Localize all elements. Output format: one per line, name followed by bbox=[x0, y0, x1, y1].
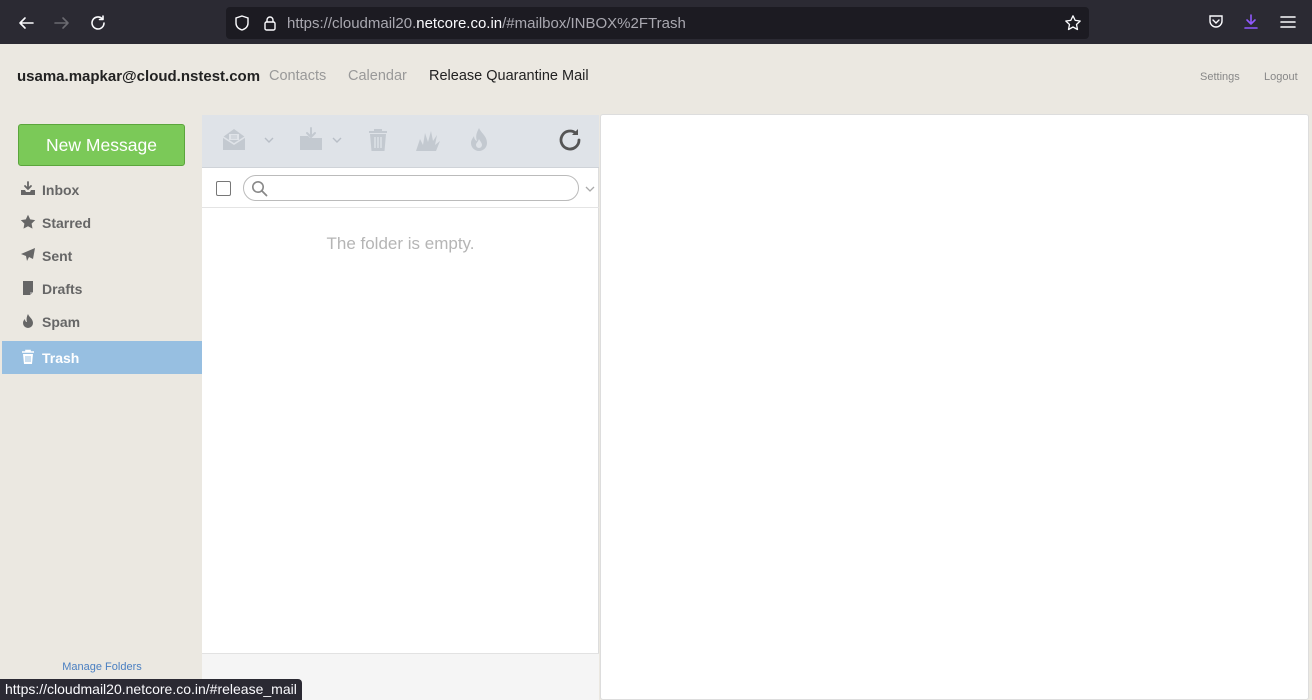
search-box[interactable] bbox=[243, 175, 579, 201]
search-row bbox=[202, 168, 599, 208]
folder-sent[interactable]: Sent bbox=[2, 239, 202, 272]
settings-link[interactable]: Settings bbox=[1200, 71, 1240, 83]
hamburger-menu-icon[interactable] bbox=[1279, 13, 1297, 31]
folder-label: Sent bbox=[42, 248, 73, 264]
download-icon[interactable] bbox=[1242, 13, 1260, 31]
lock-icon[interactable] bbox=[261, 14, 279, 32]
draft-icon bbox=[23, 281, 33, 295]
contacts-link[interactable]: Contacts bbox=[269, 68, 326, 84]
trash-icon bbox=[22, 349, 34, 364]
user-email: usama.mapkar@cloud.nstest.com bbox=[17, 68, 261, 85]
url-text[interactable]: https://cloudmail20.netcore.co.in/#mailb… bbox=[287, 15, 686, 32]
bookmark-star-icon[interactable] bbox=[1064, 14, 1082, 32]
star-icon bbox=[20, 214, 36, 229]
status-url-tooltip: https://cloudmail20.netcore.co.in/#relea… bbox=[0, 679, 302, 700]
folder-label: Starred bbox=[42, 215, 92, 231]
release-quarantine-link[interactable]: Release Quarantine Mail bbox=[429, 68, 589, 84]
reload-icon[interactable] bbox=[87, 12, 109, 34]
calendar-link[interactable]: Calendar bbox=[348, 68, 407, 84]
folder-inbox[interactable]: Inbox bbox=[2, 173, 202, 206]
refresh-icon[interactable] bbox=[557, 127, 583, 153]
select-all-checkbox[interactable] bbox=[216, 181, 231, 196]
flame-spam-icon[interactable] bbox=[466, 127, 492, 153]
delete-trash-icon[interactable] bbox=[365, 127, 391, 153]
folder-sidebar: New Message Inbox Starred Sent Drafts Sp… bbox=[2, 114, 202, 700]
folder-label: Trash bbox=[42, 350, 80, 366]
manage-folders-link[interactable]: Manage Folders bbox=[2, 661, 202, 673]
folder-trash[interactable]: Trash bbox=[2, 341, 202, 374]
message-list-panel: The folder is empty. bbox=[202, 115, 599, 700]
url-bar[interactable]: https://cloudmail20.netcore.co.in/#mailb… bbox=[226, 7, 1089, 39]
flame-icon bbox=[23, 314, 33, 328]
empty-folder-message: The folder is empty. bbox=[326, 234, 475, 253]
shield-icon[interactable] bbox=[233, 14, 251, 32]
search-icon bbox=[252, 181, 268, 197]
new-message-button[interactable]: New Message bbox=[18, 124, 185, 166]
message-toolbar bbox=[202, 115, 599, 168]
logout-link[interactable]: Logout bbox=[1264, 71, 1298, 83]
message-preview-pane bbox=[600, 114, 1309, 700]
chevron-down-icon[interactable] bbox=[264, 135, 274, 145]
chevron-down-icon[interactable] bbox=[332, 135, 342, 145]
inbox-icon bbox=[21, 181, 35, 195]
search-input[interactable] bbox=[274, 179, 569, 197]
move-to-folder-icon[interactable] bbox=[298, 127, 324, 153]
mark-read-envelope-icon[interactable] bbox=[221, 127, 247, 153]
app-header: usama.mapkar@cloud.nstest.com Contacts C… bbox=[0, 44, 1312, 114]
browser-toolbar: https://cloudmail20.netcore.co.in/#mailb… bbox=[0, 0, 1312, 44]
folder-label: Drafts bbox=[42, 281, 83, 297]
back-icon[interactable] bbox=[15, 12, 37, 34]
folder-spam[interactable]: Spam bbox=[2, 305, 202, 338]
folder-label: Inbox bbox=[42, 182, 80, 198]
folder-label: Spam bbox=[42, 314, 81, 330]
forward-icon[interactable] bbox=[51, 12, 73, 34]
pocket-icon[interactable] bbox=[1207, 13, 1225, 31]
paper-plane-icon bbox=[21, 248, 35, 261]
folder-drafts[interactable]: Drafts bbox=[2, 272, 202, 305]
folder-starred[interactable]: Starred bbox=[2, 206, 202, 239]
explode-spam-icon[interactable] bbox=[415, 127, 441, 153]
search-options-chevron-icon[interactable] bbox=[585, 184, 595, 194]
